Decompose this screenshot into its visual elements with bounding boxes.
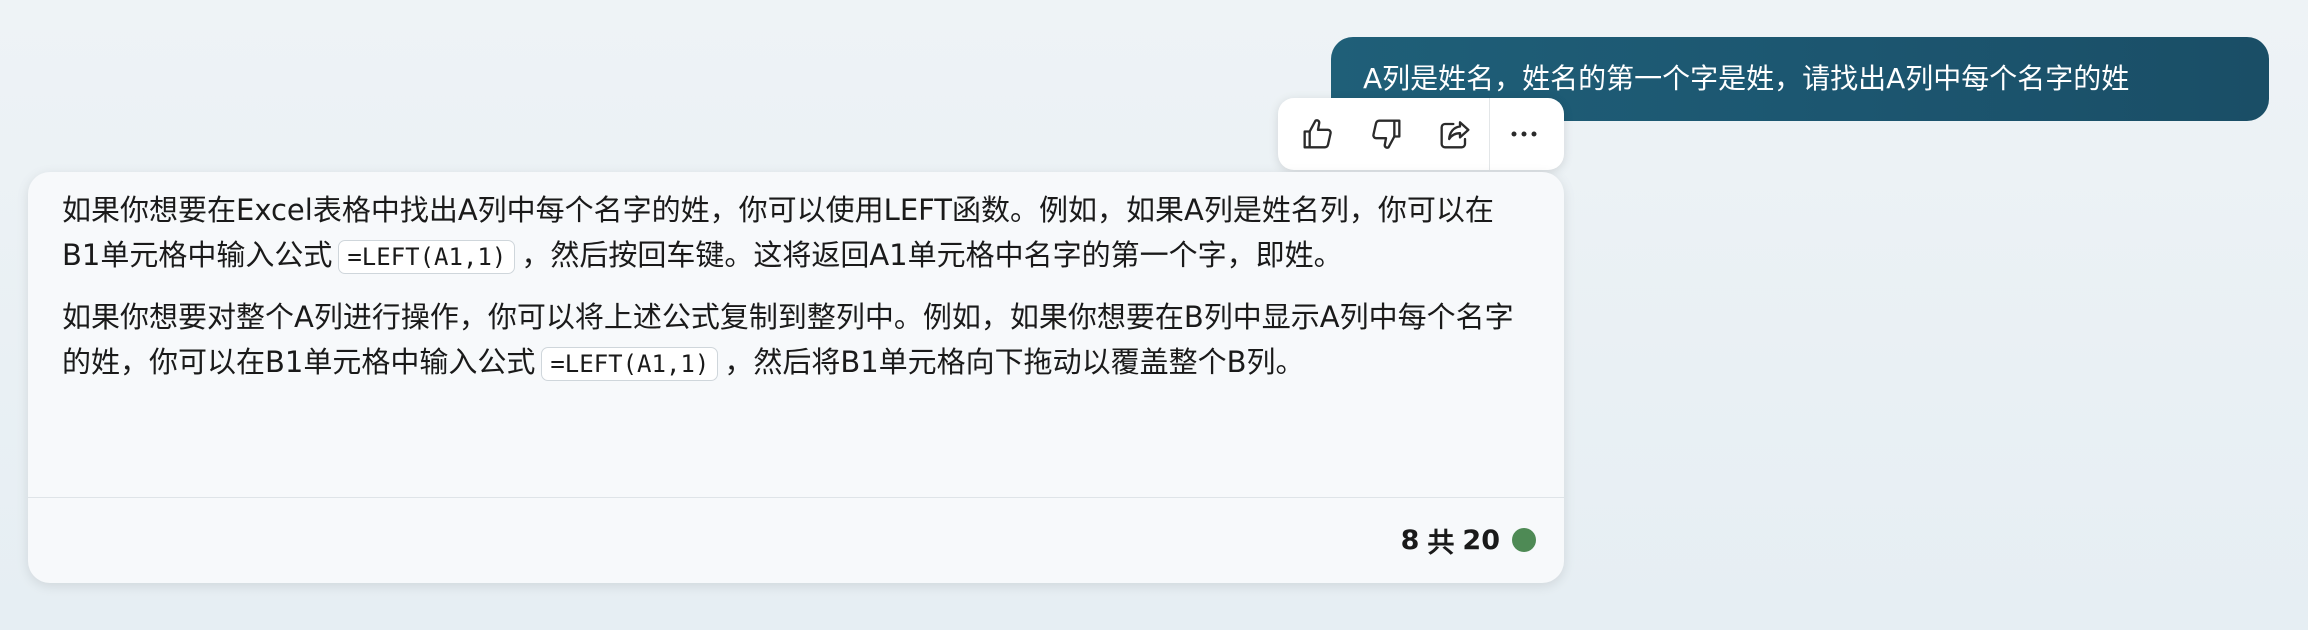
assistant-paragraph-2: 如果你想要对整个A列进行操作，你可以将上述公式复制到整列中。例如，如果你想要在B… xyxy=(62,295,1530,387)
response-action-toolbar xyxy=(1278,98,1564,170)
thumbs-down-icon xyxy=(1372,119,1401,149)
counter-current: 8 xyxy=(1400,524,1420,556)
counter-separator: 共 xyxy=(1427,527,1455,559)
thumbs-up-button[interactable] xyxy=(1284,104,1352,164)
assistant-message-card: 如果你想要在Excel表格中找出A列中每个名字的姓，你可以使用LEFT函数。例如… xyxy=(28,172,1564,583)
assistant-message-body: 如果你想要在Excel表格中找出A列中每个名字的姓，你可以使用LEFT函数。例如… xyxy=(28,172,1564,387)
paragraph-1-text-b: ，然后按回车键。这将返回A1单元格中名字的第一个字，即姓。 xyxy=(521,238,1343,272)
more-icon xyxy=(1511,131,1537,137)
inline-code-formula: =LEFT(A1,1) xyxy=(541,347,719,381)
counter-total: 20 xyxy=(1462,524,1500,556)
share-icon xyxy=(1440,121,1470,149)
paragraph-2-text-b: ，然后将B1单元格向下拖动以覆盖整个B列。 xyxy=(724,345,1305,379)
inline-code-formula: =LEFT(A1,1) xyxy=(338,240,516,274)
response-counter: 8 共 20 xyxy=(1401,520,1536,560)
user-message-text: A列是姓名，姓名的第一个字是姓，请找出A列中每个名字的姓 xyxy=(1363,62,2130,95)
thumbs-down-button[interactable] xyxy=(1352,104,1420,164)
card-divider xyxy=(28,497,1564,498)
assistant-paragraph-1: 如果你想要在Excel表格中找出A列中每个名字的姓，你可以使用LEFT函数。例如… xyxy=(62,188,1530,280)
more-options-button[interactable] xyxy=(1490,104,1558,164)
status-dot-icon xyxy=(1512,528,1536,552)
thumbs-up-icon xyxy=(1303,119,1332,149)
share-button[interactable] xyxy=(1421,104,1489,164)
